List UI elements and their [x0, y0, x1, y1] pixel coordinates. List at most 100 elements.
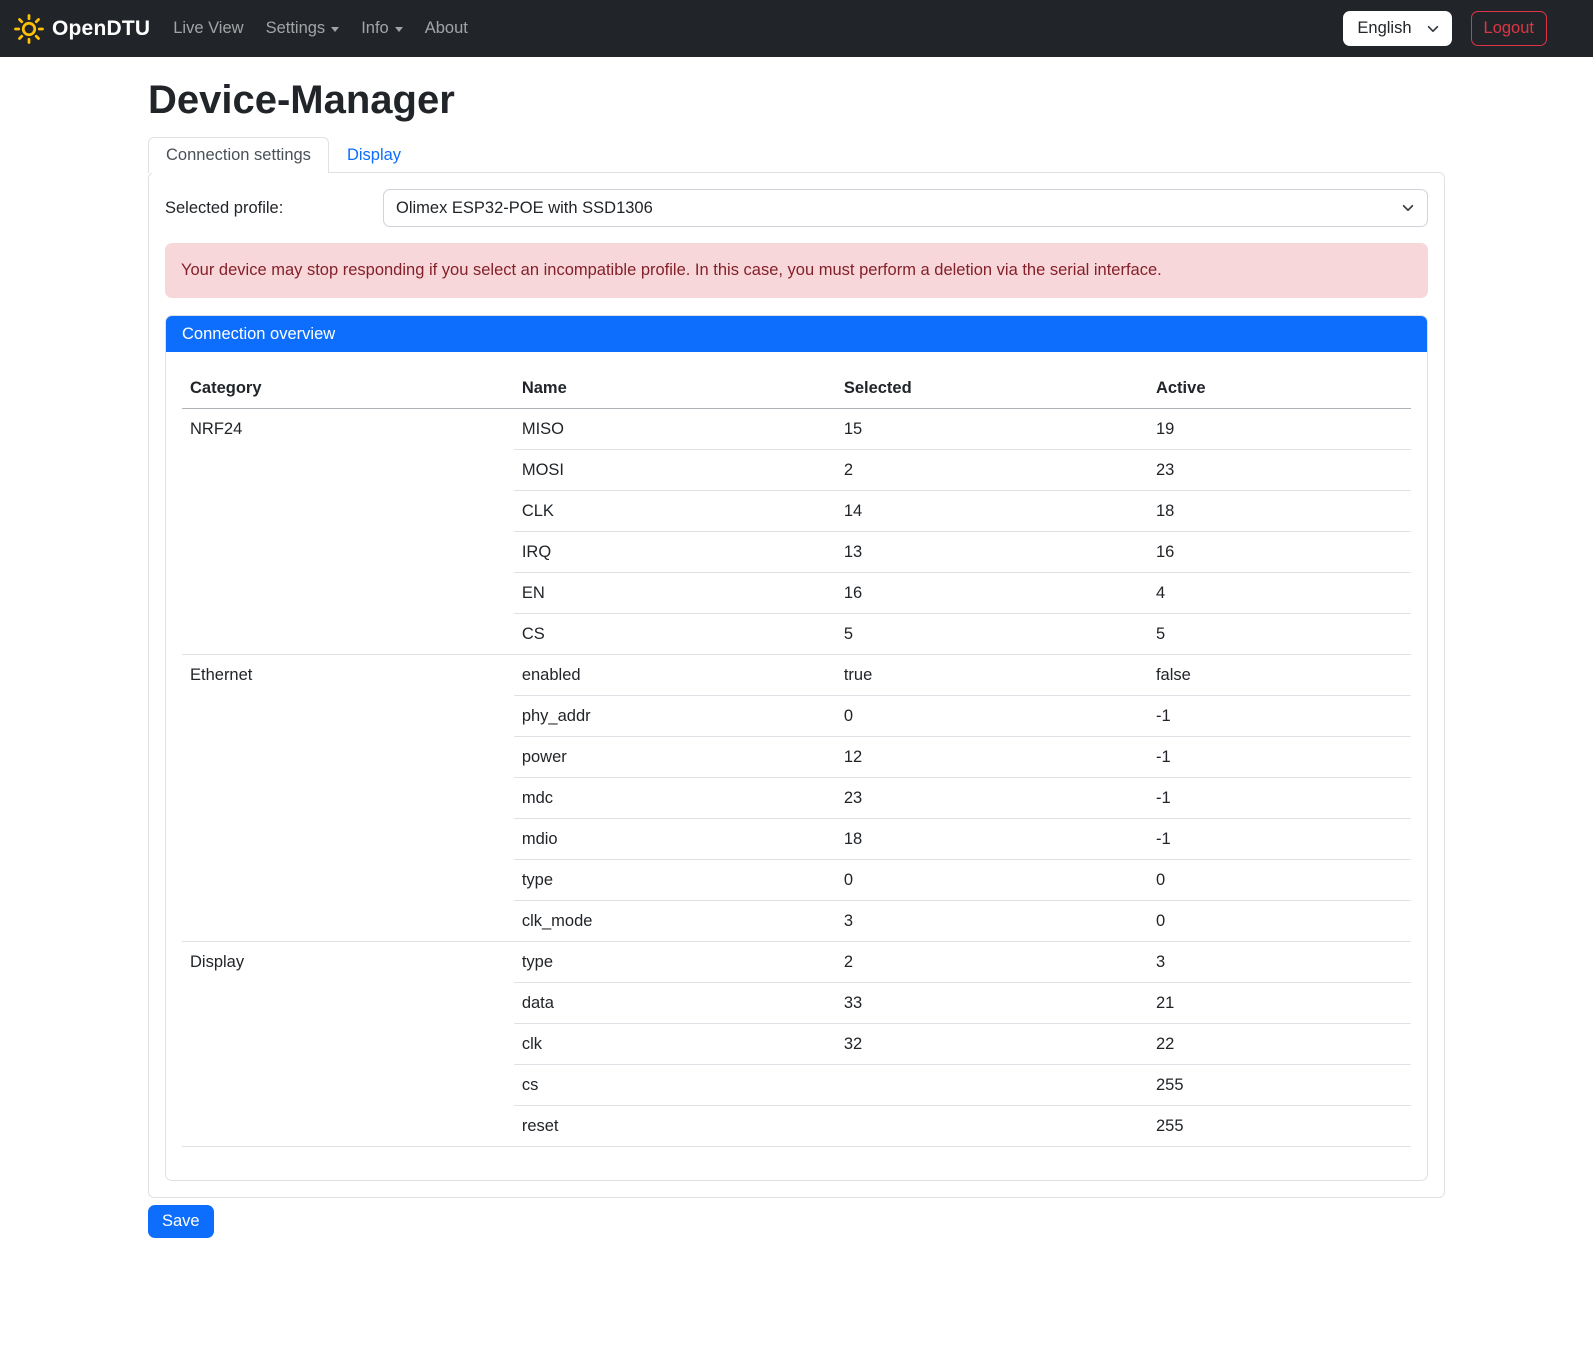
- active-cell: 0: [1148, 860, 1411, 901]
- selected-cell: 3: [836, 901, 1148, 942]
- profile-select[interactable]: Olimex ESP32-POE with SSD1306: [383, 189, 1428, 227]
- active-cell: 23: [1148, 450, 1411, 491]
- category-cell: NRF24: [182, 409, 514, 655]
- selected-cell: [836, 1065, 1148, 1106]
- selected-cell: true: [836, 655, 1148, 696]
- column-header: Selected: [836, 368, 1148, 409]
- save-button[interactable]: Save: [148, 1205, 214, 1238]
- column-header: Category: [182, 368, 514, 409]
- active-cell: 3: [1148, 942, 1411, 983]
- active-cell: 19: [1148, 409, 1411, 450]
- active-cell: 21: [1148, 983, 1411, 1024]
- name-cell: IRQ: [514, 532, 836, 573]
- connection-overview-header: Connection overview: [166, 316, 1427, 352]
- active-cell: 4: [1148, 573, 1411, 614]
- table-header-row: CategoryNameSelectedActive: [182, 368, 1411, 409]
- name-cell: CLK: [514, 491, 836, 532]
- overview-table-body: NRF24MISO1519MOSI223CLK1418IRQ1316EN164C…: [182, 409, 1411, 1147]
- nav-item-label: Settings: [266, 19, 326, 38]
- nav-links: Live View Settings Info About: [162, 11, 479, 46]
- chevron-down-icon: [1426, 22, 1440, 36]
- profile-row: Selected profile: Olimex ESP32-POE with …: [165, 189, 1428, 227]
- tab-content-card: Selected profile: Olimex ESP32-POE with …: [148, 172, 1445, 1198]
- dropdown-caret-icon: [395, 27, 403, 32]
- tab-bar: Connection settings Display: [148, 137, 1445, 172]
- tab-display[interactable]: Display: [329, 137, 419, 173]
- selected-cell: 2: [836, 450, 1148, 491]
- table-row: NRF24MISO1519: [182, 409, 1411, 450]
- name-cell: CS: [514, 614, 836, 655]
- active-cell: -1: [1148, 737, 1411, 778]
- name-cell: type: [514, 942, 836, 983]
- name-cell: data: [514, 983, 836, 1024]
- chevron-down-icon: [1401, 201, 1415, 215]
- selected-cell: 18: [836, 819, 1148, 860]
- selected-cell: 0: [836, 696, 1148, 737]
- active-cell: -1: [1148, 696, 1411, 737]
- page-title: Device-Manager: [148, 78, 1445, 123]
- active-cell: 22: [1148, 1024, 1411, 1065]
- table-row: Displaytype23: [182, 942, 1411, 983]
- language-select-value: English: [1357, 19, 1411, 38]
- nav-item-settings[interactable]: Settings: [255, 11, 351, 46]
- active-cell: -1: [1148, 819, 1411, 860]
- nav-item-label: Info: [361, 19, 389, 38]
- nav-item-info[interactable]: Info: [350, 11, 414, 46]
- name-cell: reset: [514, 1106, 836, 1147]
- name-cell: enabled: [514, 655, 836, 696]
- dropdown-caret-icon: [331, 27, 339, 32]
- brand-title: OpenDTU: [52, 17, 150, 41]
- nav-item-label: About: [425, 19, 468, 38]
- sun-icon: [14, 14, 44, 44]
- name-cell: cs: [514, 1065, 836, 1106]
- main-container: Device-Manager Connection settings Displ…: [148, 78, 1445, 1238]
- selected-cell: 33: [836, 983, 1148, 1024]
- selected-cell: 0: [836, 860, 1148, 901]
- navbar: OpenDTU Live View Settings Info About En…: [0, 0, 1593, 57]
- tab-connection-settings[interactable]: Connection settings: [148, 137, 329, 173]
- logout-button[interactable]: Logout: [1471, 11, 1547, 46]
- table-row: Ethernetenabledtruefalse: [182, 655, 1411, 696]
- profile-label: Selected profile:: [165, 199, 383, 218]
- name-cell: clk: [514, 1024, 836, 1065]
- language-select[interactable]: English: [1343, 11, 1451, 46]
- danger-alert: Your device may stop responding if you s…: [165, 243, 1428, 298]
- active-cell: 18: [1148, 491, 1411, 532]
- selected-cell: [836, 1106, 1148, 1147]
- name-cell: EN: [514, 573, 836, 614]
- name-cell: mdio: [514, 819, 836, 860]
- active-cell: 255: [1148, 1106, 1411, 1147]
- name-cell: clk_mode: [514, 901, 836, 942]
- column-header: Active: [1148, 368, 1411, 409]
- connection-overview-card: Connection overview CategoryNameSelected…: [165, 315, 1428, 1181]
- selected-cell: 12: [836, 737, 1148, 778]
- active-cell: 16: [1148, 532, 1411, 573]
- connection-overview-table: CategoryNameSelectedActive NRF24MISO1519…: [182, 368, 1411, 1147]
- selected-cell: 32: [836, 1024, 1148, 1065]
- category-cell: Display: [182, 942, 514, 1147]
- selected-cell: 2: [836, 942, 1148, 983]
- name-cell: type: [514, 860, 836, 901]
- name-cell: MOSI: [514, 450, 836, 491]
- selected-cell: 5: [836, 614, 1148, 655]
- active-cell: 255: [1148, 1065, 1411, 1106]
- name-cell: power: [514, 737, 836, 778]
- selected-cell: 13: [836, 532, 1148, 573]
- active-cell: false: [1148, 655, 1411, 696]
- name-cell: MISO: [514, 409, 836, 450]
- nav-item-about[interactable]: About: [414, 11, 479, 46]
- name-cell: mdc: [514, 778, 836, 819]
- active-cell: -1: [1148, 778, 1411, 819]
- active-cell: 5: [1148, 614, 1411, 655]
- nav-item-live-view[interactable]: Live View: [162, 11, 254, 46]
- nav-item-label: Live View: [173, 19, 243, 38]
- selected-cell: 16: [836, 573, 1148, 614]
- name-cell: phy_addr: [514, 696, 836, 737]
- profile-select-value: Olimex ESP32-POE with SSD1306: [396, 199, 1401, 218]
- selected-cell: 14: [836, 491, 1148, 532]
- column-header: Name: [514, 368, 836, 409]
- brand[interactable]: OpenDTU: [14, 14, 150, 44]
- selected-cell: 23: [836, 778, 1148, 819]
- active-cell: 0: [1148, 901, 1411, 942]
- selected-cell: 15: [836, 409, 1148, 450]
